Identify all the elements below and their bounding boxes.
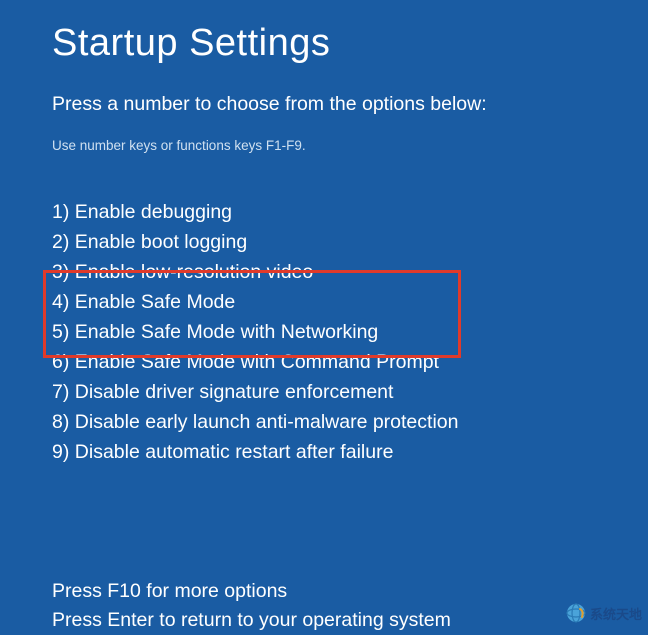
watermark: 系统天地 xyxy=(566,603,642,623)
hint-text: Use number keys or functions keys F1-F9. xyxy=(52,138,648,153)
option-8[interactable]: 8) Disable early launch anti-malware pro… xyxy=(52,407,648,437)
footer-more-options: Press F10 for more options xyxy=(52,577,648,606)
page-title: Startup Settings xyxy=(52,22,648,65)
watermark-text: 系统天地 xyxy=(590,604,642,623)
option-1[interactable]: 1) Enable debugging xyxy=(52,197,648,227)
globe-icon xyxy=(566,603,586,623)
option-2[interactable]: 2) Enable boot logging xyxy=(52,227,648,257)
footer-return: Press Enter to return to your operating … xyxy=(52,606,648,635)
option-5[interactable]: 5) Enable Safe Mode with Networking xyxy=(52,317,648,347)
instruction-text: Press a number to choose from the option… xyxy=(52,93,648,116)
option-6[interactable]: 6) Enable Safe Mode with Command Prompt xyxy=(52,347,648,377)
option-9[interactable]: 9) Disable automatic restart after failu… xyxy=(52,437,648,467)
options-list: 1) Enable debugging 2) Enable boot loggi… xyxy=(52,197,648,467)
footer: Press F10 for more options Press Enter t… xyxy=(52,577,648,635)
option-4[interactable]: 4) Enable Safe Mode xyxy=(52,287,648,317)
option-7[interactable]: 7) Disable driver signature enforcement xyxy=(52,377,648,407)
option-3[interactable]: 3) Enable low-resolution video xyxy=(52,257,648,287)
